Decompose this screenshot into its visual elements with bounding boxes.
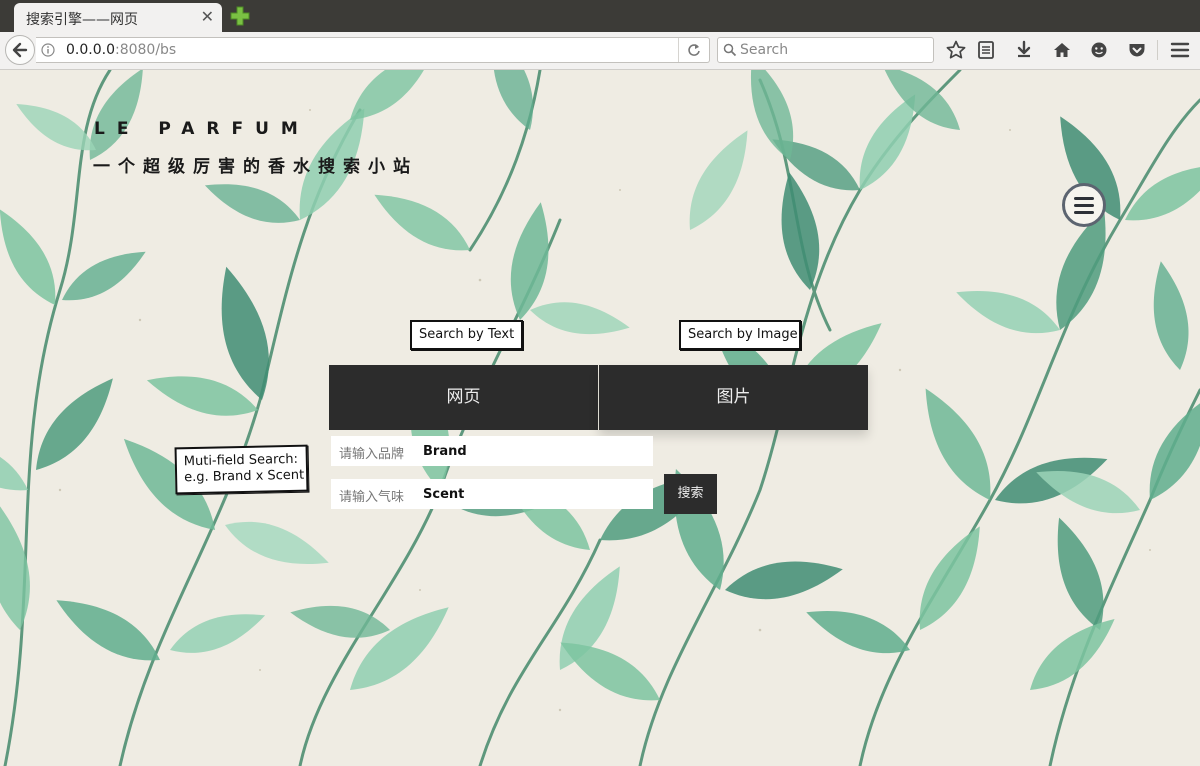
browser-tab[interactable]: 搜索引擎——网页 ✕ (14, 3, 222, 32)
page-content: LE PARFUM 一个超级厉害的香水搜索小站 Search by Text S… (0, 70, 1200, 766)
site-title: LE PARFUM (94, 119, 310, 139)
page-menu-button[interactable] (1062, 183, 1106, 227)
tab-close-icon[interactable]: ✕ (201, 7, 214, 26)
back-button[interactable] (5, 35, 35, 65)
brand-input[interactable] (423, 440, 645, 462)
site-subtitle: 一个超级厉害的香水搜索小站 (93, 157, 418, 177)
toolbar-divider (1157, 40, 1158, 60)
brand-field-label: 请输入品牌 (339, 447, 405, 462)
menu-bar-line (1074, 204, 1094, 207)
annotation-line: e.g. Brand x Scent (184, 467, 305, 486)
reload-icon (688, 44, 700, 56)
new-tab-plus-icon[interactable] (230, 4, 250, 26)
annotation-search-by-image: Search by Image (679, 320, 801, 350)
back-arrow-icon (12, 42, 28, 58)
browser-tab-bar: 搜索引擎——网页 ✕ (0, 0, 1200, 32)
hello-chat-icon[interactable] (1088, 39, 1110, 61)
url-text[interactable]: 0.0.0.0:8080/bs (66, 42, 176, 58)
hamburger-menu-icon[interactable] (1169, 39, 1191, 61)
home-icon[interactable] (1051, 39, 1073, 61)
reload-button[interactable] (678, 38, 709, 62)
browser-toolbar: 0.0.0.0:8080/bs (0, 32, 1200, 70)
scent-input[interactable] (423, 483, 645, 505)
tab-web-search[interactable]: 网页 (329, 365, 598, 430)
url-path: :8080/bs (114, 42, 177, 58)
menu-bar-line (1074, 211, 1094, 214)
download-icon[interactable] (1013, 39, 1035, 61)
scent-field-label: 请输入气味 (339, 490, 405, 505)
search-icon (723, 43, 737, 57)
pocket-icon[interactable] (1126, 39, 1148, 61)
annotation-multi-field-search: Muti-field Search: e.g. Brand x Scent (174, 444, 309, 495)
annotation-search-by-text: Search by Text (410, 320, 523, 350)
menu-bar-line (1074, 197, 1094, 200)
url-bar[interactable]: 0.0.0.0:8080/bs (36, 37, 710, 63)
browser-search-input[interactable] (740, 38, 930, 62)
info-icon[interactable] (41, 43, 55, 57)
browser-search-bar[interactable] (717, 37, 934, 63)
search-submit-button[interactable]: 搜索 (664, 474, 717, 514)
tab-title: 搜索引擎——网页 (26, 12, 138, 28)
scent-field-row: 请输入气味 (331, 479, 653, 509)
brand-field-row: 请输入品牌 (331, 436, 653, 466)
bookmark-star-icon[interactable] (945, 39, 967, 61)
reading-list-icon[interactable] (975, 39, 997, 61)
tab-image-search[interactable]: 图片 (599, 365, 868, 430)
url-host: 0.0.0.0 (66, 42, 115, 58)
